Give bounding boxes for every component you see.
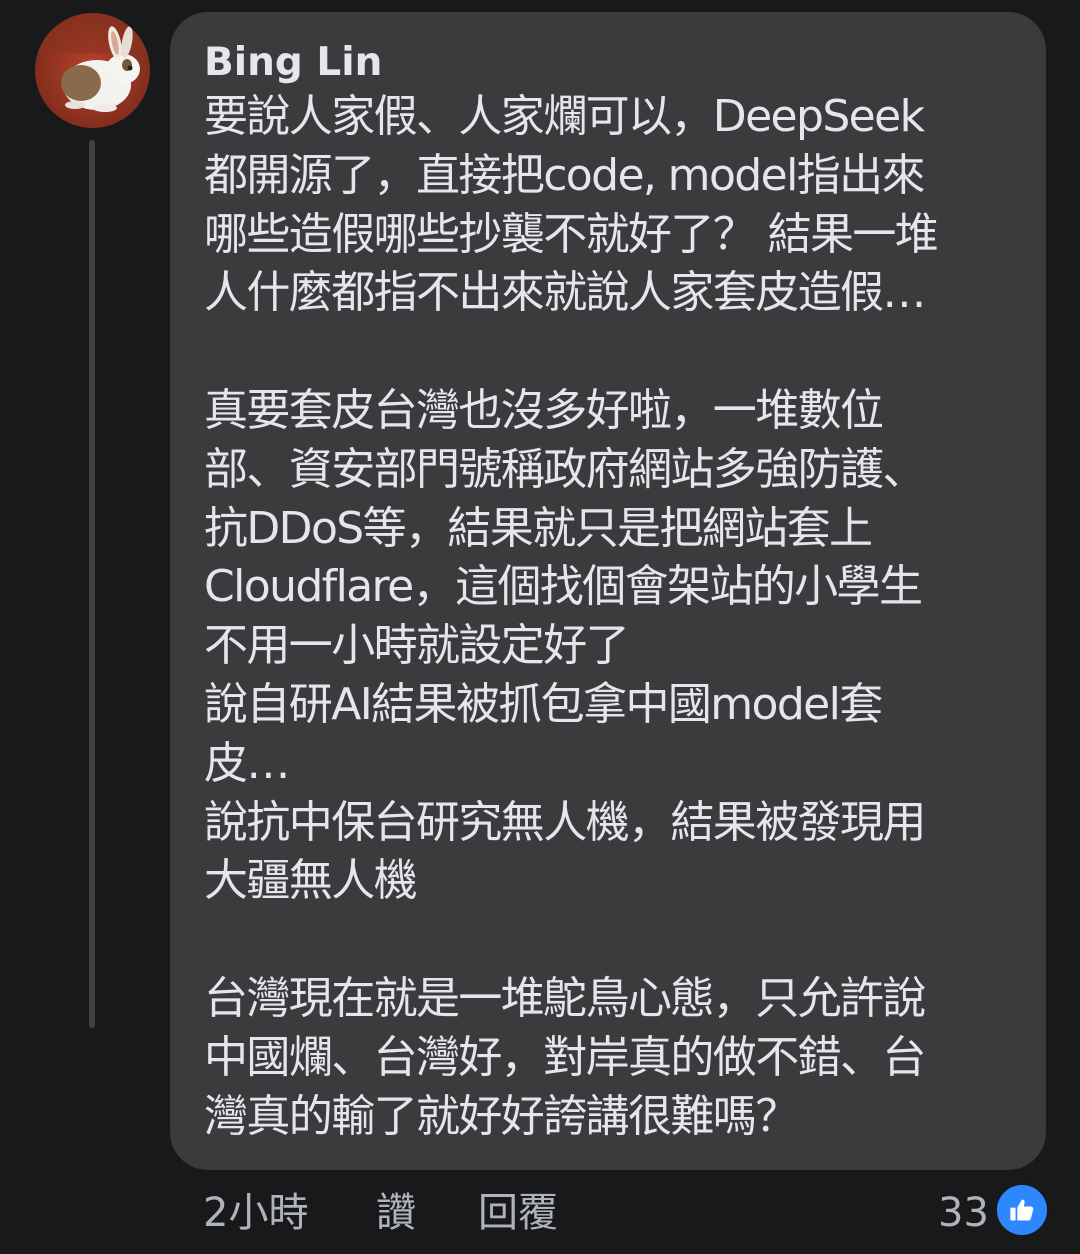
- comment-paragraph-1: 要說人家假、人家爛可以，DeepSeek 都開源了，直接把code, model…: [204, 91, 939, 319]
- reply-button[interactable]: 回覆: [478, 1188, 558, 1238]
- comment-thread: Bing Lin 要說人家假、人家爛可以，DeepSeek 都開源了，直接把co…: [0, 0, 1080, 1254]
- comment-author[interactable]: Bing Lin: [204, 40, 1016, 86]
- reaction-badge[interactable]: [994, 1182, 1050, 1238]
- comment-bubble: Bing Lin 要說人家假、人家爛可以，DeepSeek 都開源了，直接把co…: [170, 12, 1046, 1170]
- comment-timestamp[interactable]: 2小時: [203, 1188, 308, 1238]
- reaction-count[interactable]: 33: [938, 1188, 989, 1238]
- comment-paragraph-3: 台灣現在就是一堆鴕鳥心態，只允許說 中國爛、台灣好，對岸真的做不錯、台 灣真的輸…: [204, 972, 926, 1142]
- avatar[interactable]: [35, 13, 150, 128]
- comment-paragraph-2: 真要套皮台灣也沒多好啦，一堆數位 部、資安部門號稱政府網站多強防護、 抗DDoS…: [204, 384, 926, 907]
- comment-footer: 2小時 讚 回覆 33: [0, 1180, 1080, 1250]
- thread-line: [89, 140, 95, 1028]
- like-button[interactable]: 讚: [376, 1188, 416, 1238]
- thumbs-up-icon: [1010, 1199, 1034, 1221]
- rabbit-avatar-icon: [35, 13, 150, 128]
